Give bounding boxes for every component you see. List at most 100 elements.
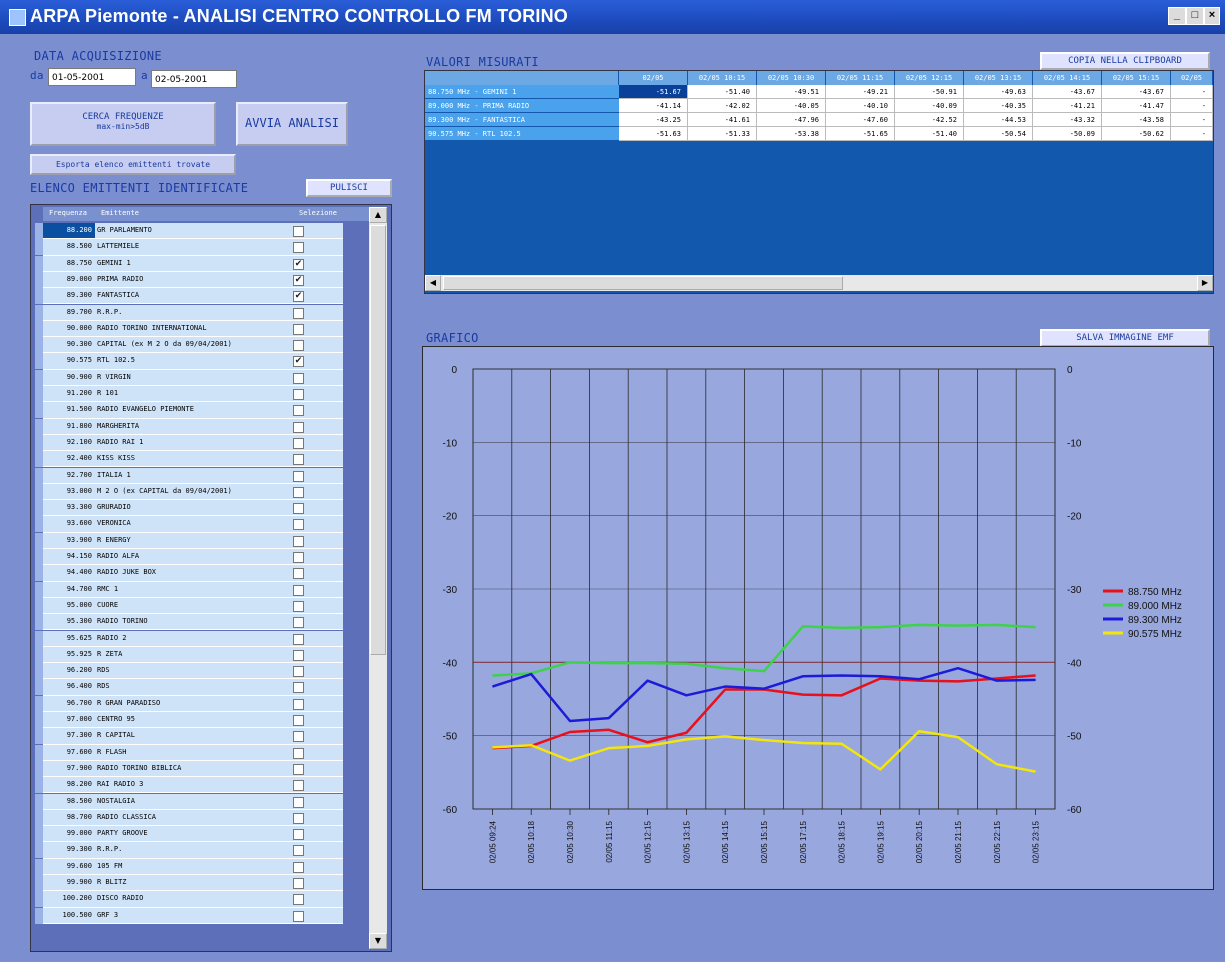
emitter-row[interactable]: 99.000 PARTY GROOVE xyxy=(43,826,343,843)
emitter-select-checkbox[interactable] xyxy=(293,389,304,400)
grid-cell[interactable]: -41.21 xyxy=(1033,99,1102,113)
grid-cell[interactable]: -43.67 xyxy=(1102,85,1171,99)
search-frequencies-button[interactable]: CERCA FREQUENZE max-min>5dB xyxy=(30,102,216,146)
clear-button[interactable]: PULISCI xyxy=(306,179,392,197)
grid-cell[interactable]: -51.67 xyxy=(619,85,688,99)
emitter-select-checkbox[interactable] xyxy=(293,829,304,841)
grid-column-header[interactable]: 02/05 11:15 xyxy=(826,71,895,85)
grid-column-header[interactable]: 02/05 14:15 xyxy=(1033,71,1102,85)
row-selector[interactable] xyxy=(35,386,43,402)
emitter-row[interactable]: 99.300 R.R.P. xyxy=(43,842,343,859)
emitter-row[interactable]: 95.925 R ZETA xyxy=(43,646,343,664)
row-selector[interactable] xyxy=(35,777,43,794)
row-selector[interactable] xyxy=(35,418,43,435)
emitter-row[interactable]: 95.300 RADIO TORINO xyxy=(43,614,343,631)
row-selector[interactable] xyxy=(35,353,43,370)
emitter-row[interactable]: 95.000 CUORE xyxy=(43,597,343,615)
row-selector[interactable] xyxy=(35,369,43,386)
emitter-row[interactable]: 94.700 RMC 1 xyxy=(43,581,343,598)
emitter-row[interactable]: 98.700 RADIO CLASSICA xyxy=(43,809,343,827)
emitter-select-checkbox[interactable] xyxy=(293,715,304,726)
row-selector[interactable] xyxy=(35,826,43,843)
grid-cell[interactable]: -43.58 xyxy=(1102,113,1171,127)
emitter-row[interactable]: 95.625 RADIO 2 xyxy=(43,630,343,647)
emitter-select-checkbox[interactable] xyxy=(293,698,304,710)
scroll-right-arrow-icon[interactable]: ▶ xyxy=(1197,275,1213,291)
grid-cell[interactable]: -50.54 xyxy=(964,127,1033,141)
row-selector[interactable] xyxy=(35,255,43,272)
emitter-select-checkbox[interactable] xyxy=(293,796,304,808)
row-selector[interactable] xyxy=(35,500,43,517)
grid-cell[interactable]: -51.40 xyxy=(895,127,964,141)
grid-cell[interactable]: -49.63 xyxy=(964,85,1033,99)
row-selector[interactable] xyxy=(35,516,43,533)
emitter-select-checkbox[interactable] xyxy=(293,600,304,612)
emitter-row[interactable]: 93.300 GRURADIO xyxy=(43,500,343,517)
grid-cell[interactable]: - xyxy=(1171,113,1213,127)
start-analysis-button[interactable]: AVVIA ANALISI xyxy=(236,102,348,146)
emitter-select-checkbox[interactable] xyxy=(293,584,304,596)
row-selector[interactable] xyxy=(35,271,43,288)
row-selector[interactable] xyxy=(35,907,43,924)
row-selector[interactable] xyxy=(35,304,43,321)
emitter-row[interactable]: 91.200 R 101 xyxy=(43,386,343,403)
emitter-select-checkbox[interactable] xyxy=(293,307,304,319)
grid-scroll-thumb[interactable] xyxy=(443,276,843,290)
row-selector[interactable] xyxy=(35,695,43,712)
row-selector[interactable] xyxy=(35,581,43,598)
grid-cell[interactable]: -41.61 xyxy=(688,113,757,127)
grid-column-header[interactable]: 02/05 10:30 xyxy=(757,71,826,85)
grid-cell[interactable]: -42.02 xyxy=(688,99,757,113)
grid-column-header[interactable]: 02/05 13:15 xyxy=(964,71,1033,85)
emitter-row[interactable]: 97.000 CENTRO 95 xyxy=(43,712,343,729)
emitter-select-checkbox[interactable] xyxy=(293,649,304,661)
grid-cell[interactable]: -51.40 xyxy=(688,85,757,99)
emitter-select-checkbox[interactable] xyxy=(293,470,304,482)
grid-cell[interactable]: -41.47 xyxy=(1102,99,1171,113)
row-selector[interactable] xyxy=(35,532,43,549)
emitter-row[interactable]: 93.600 VERONICA xyxy=(43,516,343,533)
emitter-select-checkbox[interactable] xyxy=(293,519,304,531)
emitter-select-checkbox[interactable] xyxy=(293,617,304,629)
minimize-button[interactable]: _ xyxy=(1168,7,1186,25)
row-selector[interactable] xyxy=(35,760,43,777)
emitter-select-checkbox[interactable] xyxy=(293,894,304,906)
emitter-row[interactable]: 90.575 RTL 102.5 ✔ xyxy=(43,353,343,370)
grid-cell[interactable]: -40.10 xyxy=(826,99,895,113)
grid-cell[interactable]: -49.51 xyxy=(757,85,826,99)
emitter-select-checkbox[interactable]: ✔ xyxy=(293,274,304,286)
emitter-select-checkbox[interactable] xyxy=(293,535,304,547)
emitter-row[interactable]: 90.300 CAPITAL (ex M 2 O da 09/04/2001) xyxy=(43,337,343,354)
emitter-row[interactable]: 89.700 R.R.P. xyxy=(43,304,343,321)
grid-cell[interactable]: -53.38 xyxy=(757,127,826,141)
grid-cell[interactable]: -51.65 xyxy=(826,127,895,141)
grid-cell[interactable]: -41.14 xyxy=(619,99,688,113)
row-selector[interactable] xyxy=(35,467,43,484)
row-selector[interactable] xyxy=(35,549,43,565)
emitter-select-checkbox[interactable] xyxy=(293,340,304,352)
emitter-select-checkbox[interactable] xyxy=(293,226,304,237)
emitter-row[interactable]: 94.400 RADIO JUKE BOX xyxy=(43,565,343,582)
grid-horizontal-scrollbar[interactable]: ◀ ▶ xyxy=(425,275,1213,291)
emitter-select-checkbox[interactable] xyxy=(293,568,304,580)
row-selector[interactable] xyxy=(35,402,43,419)
row-selector[interactable] xyxy=(35,565,43,582)
grid-cell[interactable]: -47.96 xyxy=(757,113,826,127)
emitter-row[interactable]: 91.500 RADIO EVANGELO PIEMONTE xyxy=(43,402,343,419)
emitter-select-checkbox[interactable] xyxy=(293,486,304,498)
row-selector[interactable] xyxy=(35,483,43,500)
emitter-select-checkbox[interactable]: ✔ xyxy=(293,356,304,368)
row-selector[interactable] xyxy=(35,875,43,891)
grid-cell[interactable]: -50.91 xyxy=(895,85,964,99)
row-selector[interactable] xyxy=(35,646,43,663)
emitter-row[interactable]: 90.000 RADIO TORINO INTERNATIONAL xyxy=(43,320,343,338)
emitter-row[interactable]: 91.800 MARGHERITA xyxy=(43,418,343,435)
emitter-row[interactable]: 93.000 M 2 O (ex CAPITAL da 09/04/2001) xyxy=(43,483,343,501)
grid-cell[interactable]: - xyxy=(1171,85,1213,99)
emitter-select-checkbox[interactable] xyxy=(293,812,304,824)
row-selector[interactable] xyxy=(35,320,43,337)
emitter-row[interactable]: 100.500 GRF 3 xyxy=(43,907,343,924)
emitter-select-checkbox[interactable] xyxy=(293,323,304,335)
close-button[interactable]: × xyxy=(1204,7,1220,25)
row-selector[interactable] xyxy=(35,891,43,908)
